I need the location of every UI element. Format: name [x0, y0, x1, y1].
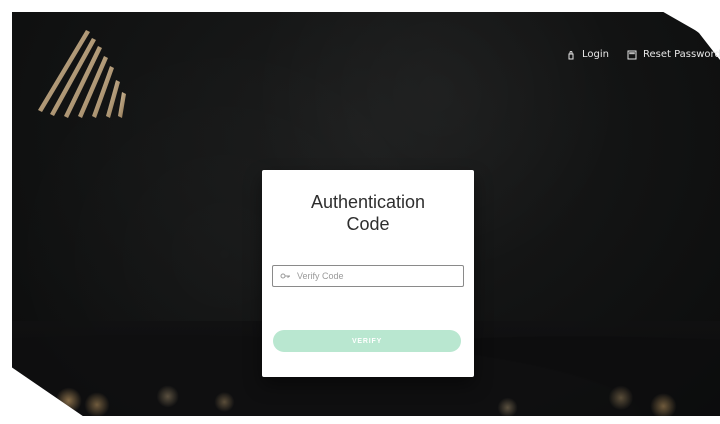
- authentication-card: Authentication Code VERIFY: [262, 170, 474, 377]
- top-navigation: Login Reset Password: [566, 50, 720, 60]
- brand-logo: [38, 30, 126, 118]
- login-label: Login: [582, 49, 609, 60]
- login-link[interactable]: Login: [566, 50, 609, 60]
- verify-button[interactable]: VERIFY: [273, 330, 461, 352]
- verify-code-input[interactable]: [297, 271, 447, 281]
- login-icon: [568, 51, 574, 60]
- auth-title: Authentication Code: [262, 191, 474, 235]
- reset-password-label: Reset Password: [642, 49, 720, 60]
- auth-title-line-2: Code: [346, 214, 390, 234]
- reset-password-link[interactable]: Reset Password: [627, 50, 720, 60]
- verify-code-field[interactable]: [272, 265, 464, 287]
- auth-title-line-1: Authentication: [310, 192, 426, 212]
- reset-password-icon: [627, 50, 637, 60]
- key-icon: [280, 273, 290, 279]
